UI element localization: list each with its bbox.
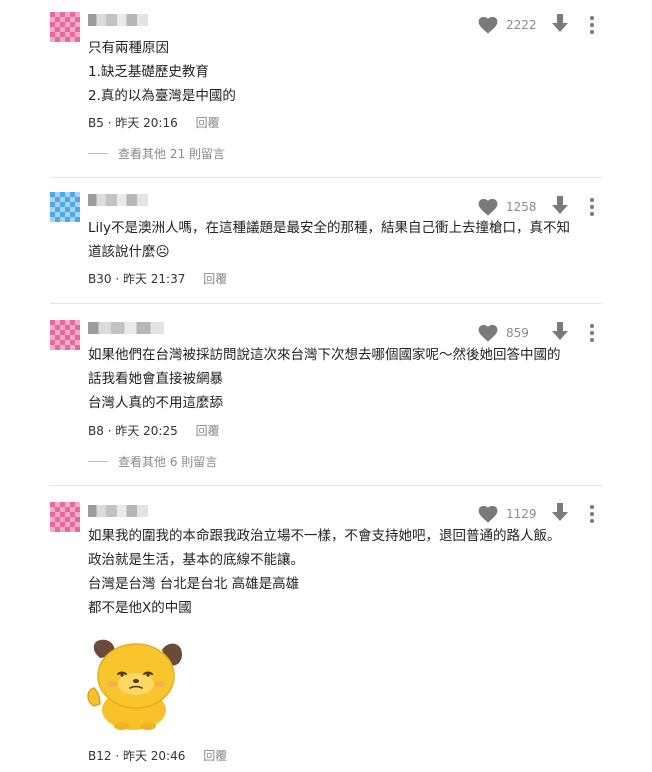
more-options-button[interactable] xyxy=(590,324,594,342)
like-button[interactable]: 1258 xyxy=(478,198,538,216)
like-count: 2222 xyxy=(506,18,537,32)
down-arrow-icon xyxy=(552,14,568,32)
like-count: 1129 xyxy=(506,507,537,521)
comment-meta: B12 · 昨天 20:46 回覆 xyxy=(88,747,227,764)
comment-meta: B30 · 昨天 21:37 回覆 xyxy=(88,270,227,287)
down-arrow-icon xyxy=(552,196,568,214)
avatar[interactable] xyxy=(50,502,80,532)
divider-dash xyxy=(88,461,108,462)
comment-body: 如果他們在台灣被採訪問說這次來台灣下次想去哪個國家呢～然後她回答中國的 話我看她… xyxy=(88,343,606,415)
more-replies-label: 查看其他 6 則留言 xyxy=(118,455,218,469)
comment-line: 只有兩種原因 xyxy=(88,40,169,56)
more-options-button[interactable] xyxy=(590,16,594,34)
comment-body: Lily不是澳洲人嗎，在這種議題是最安全的那種，結果自己衝上去撞槍口，真不知 道… xyxy=(88,216,606,264)
comment-meta: B8 · 昨天 20:25 回覆 xyxy=(88,422,220,439)
divider xyxy=(50,177,602,178)
floor-number: B12 xyxy=(88,749,112,763)
comment-line: 如果他們在台灣被採訪問說這次來台灣下次想去哪個國家呢～然後她回答中國的 xyxy=(88,347,561,363)
divider xyxy=(50,485,602,486)
floor-number: B8 xyxy=(88,424,104,438)
timestamp: 昨天 20:25 xyxy=(115,424,178,438)
comment-line: 如果我的圍我的本命跟我政治立場不一樣，不會支持她吧，退回普通的路人飯。 xyxy=(88,528,561,544)
comment-line: 1.缺乏基礎歷史教育 xyxy=(88,64,209,80)
username-redacted[interactable] xyxy=(88,322,164,334)
comment-line: Lily不是澳洲人嗎，在這種議題是最安全的那種，結果自己衝上去撞槍口，真不知 xyxy=(88,220,571,236)
yellow-dog-sticker xyxy=(87,639,182,730)
timestamp: 昨天 20:16 xyxy=(115,116,178,130)
down-arrow-icon xyxy=(552,503,568,521)
comment-line: 道該說什麼☹ xyxy=(88,244,170,260)
meta-separator: · xyxy=(103,424,116,438)
comment-line: 2.真的以為臺灣是中國的 xyxy=(88,88,236,104)
username-redacted[interactable] xyxy=(88,14,148,26)
heart-icon xyxy=(478,324,498,342)
like-button[interactable]: 2222 xyxy=(478,16,538,34)
dot-icon xyxy=(590,16,594,20)
dot-icon xyxy=(590,23,594,27)
view-more-replies[interactable]: 查看其他 21 則留言 xyxy=(88,145,225,162)
avatar[interactable] xyxy=(50,192,80,222)
comment-line: 都不是他X的中國 xyxy=(88,600,192,616)
comment-line: 政治就是生活，基本的底線不能讓。 xyxy=(88,552,304,568)
dot-icon xyxy=(590,205,594,209)
like-count: 1258 xyxy=(506,200,537,214)
comment-line: 台灣人真的不用這麼舔 xyxy=(88,395,223,411)
dislike-button[interactable] xyxy=(552,196,568,218)
dislike-button[interactable] xyxy=(552,503,568,525)
heart-icon xyxy=(478,505,498,523)
like-button[interactable]: 859 xyxy=(478,324,538,342)
dot-icon xyxy=(590,519,594,523)
comment-actions: 1258 xyxy=(478,196,594,218)
more-options-button[interactable] xyxy=(590,505,594,523)
reply-link[interactable]: 回覆 xyxy=(203,749,227,763)
dot-icon xyxy=(590,324,594,328)
heart-icon xyxy=(478,198,498,216)
more-replies-label: 查看其他 21 則留言 xyxy=(118,147,225,161)
comment-meta: B5 · 昨天 20:16 回覆 xyxy=(88,114,220,131)
meta-separator: · xyxy=(111,272,123,286)
comment-line: 話我看她會直接被網暴 xyxy=(88,371,223,387)
dot-icon xyxy=(590,338,594,342)
timestamp: 昨天 20:46 xyxy=(122,749,186,763)
comment-body: 如果我的圍我的本命跟我政治立場不一樣，不會支持她吧，退回普通的路人飯。 政治就是… xyxy=(88,524,606,620)
dot-icon xyxy=(590,331,594,335)
meta-separator: · xyxy=(111,749,123,763)
comment-actions: 2222 xyxy=(478,14,594,36)
comment-actions: 1129 xyxy=(478,503,594,525)
comment-actions: 859 xyxy=(478,322,594,344)
divider-dash xyxy=(88,153,108,154)
comment-body: 只有兩種原因 1.缺乏基礎歷史教育 2.真的以為臺灣是中國的 xyxy=(88,36,606,108)
username-redacted[interactable] xyxy=(88,505,148,517)
more-options-button[interactable] xyxy=(590,198,594,216)
avatar[interactable] xyxy=(50,12,80,42)
dislike-button[interactable] xyxy=(552,322,568,344)
comment-line: 台灣是台灣 台北是台北 高雄是高雄 xyxy=(88,576,300,592)
reply-link[interactable]: 回覆 xyxy=(196,116,220,130)
down-arrow-icon xyxy=(552,322,568,340)
heart-icon xyxy=(478,16,498,34)
dislike-button[interactable] xyxy=(552,14,568,36)
view-more-replies[interactable]: 查看其他 6 則留言 xyxy=(88,453,217,470)
floor-number: B30 xyxy=(88,272,112,286)
timestamp: 昨天 21:37 xyxy=(122,272,186,286)
reply-link[interactable]: 回覆 xyxy=(203,272,227,286)
like-count: 859 xyxy=(506,326,529,340)
floor-number: B5 xyxy=(88,116,104,130)
dot-icon xyxy=(590,505,594,509)
like-button[interactable]: 1129 xyxy=(478,505,538,523)
username-redacted[interactable] xyxy=(88,194,148,206)
dot-icon xyxy=(590,512,594,516)
dot-icon xyxy=(590,30,594,34)
avatar[interactable] xyxy=(50,320,80,350)
dot-icon xyxy=(590,198,594,202)
meta-separator: · xyxy=(103,116,116,130)
reply-link[interactable]: 回覆 xyxy=(196,424,220,438)
divider xyxy=(50,303,602,304)
